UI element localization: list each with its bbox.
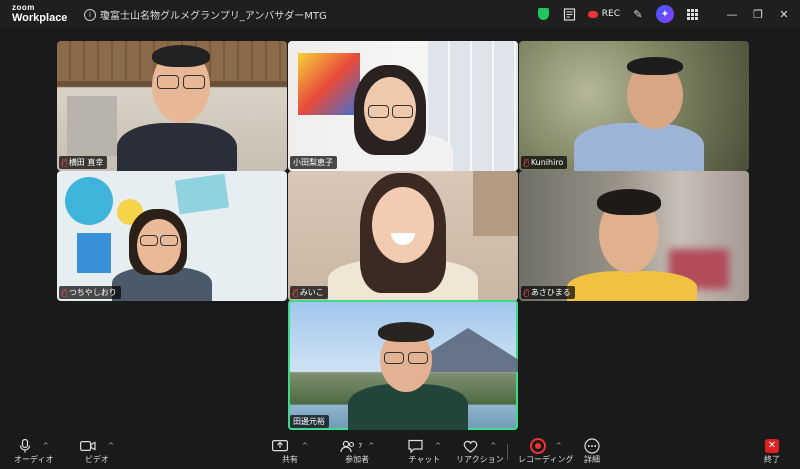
video-tile[interactable]: 🎙̸ あさひまる bbox=[519, 171, 749, 301]
participant-nametag: 田邊元裕 bbox=[290, 415, 329, 428]
share-button[interactable]: ^ 共有 bbox=[272, 438, 308, 465]
record-icon bbox=[529, 438, 546, 454]
mic-muted-icon: 🎙̸ bbox=[62, 288, 67, 297]
participant-name: Kunihiro bbox=[530, 158, 564, 167]
participant-nametag: 🎙̸ みいこ bbox=[290, 286, 328, 299]
meeting-toolbar: ^ オーディオ ^ ビデオ ^ 共有 7 ^ 参加者 ^ チャット ^ リアクシ… bbox=[0, 434, 800, 469]
mic-icon bbox=[19, 439, 30, 453]
rec-label: REC bbox=[601, 9, 620, 19]
chevron-up-icon[interactable]: ^ bbox=[490, 438, 496, 454]
minimize-icon[interactable]: — bbox=[724, 6, 740, 22]
end-icon: ✕ bbox=[765, 439, 779, 453]
participants-label: 参加者 bbox=[345, 455, 370, 464]
mic-muted-icon: 🎙̸ bbox=[524, 158, 529, 167]
mic-muted-icon: 🎙̸ bbox=[524, 288, 529, 297]
restore-icon[interactable]: ❐ bbox=[750, 6, 766, 22]
recording-label: レコーディング bbox=[518, 455, 574, 464]
title-bar: zoom Workplace i 瓊富士山名物グルメグランプリ_アンバサダーMT… bbox=[0, 0, 800, 28]
details-label: 詳細 bbox=[584, 455, 600, 464]
info-icon[interactable]: i bbox=[84, 8, 96, 21]
end-label: 終了 bbox=[764, 455, 780, 464]
video-tile[interactable]: 🎙̸ Kunihiro bbox=[519, 41, 749, 171]
chat-icon bbox=[408, 439, 423, 453]
participant-nametag: 小田梨恵子 bbox=[290, 156, 337, 169]
reactions-button[interactable]: ^ リアクション bbox=[456, 438, 504, 465]
participant-name: 田邊元裕 bbox=[293, 417, 325, 426]
apps-grid-icon[interactable] bbox=[684, 6, 700, 22]
video-tile[interactable]: 小田梨恵子 bbox=[288, 41, 518, 171]
participant-name: あさひまる bbox=[530, 288, 571, 297]
participant-name: つちやしおり bbox=[68, 288, 117, 297]
share-label: 共有 bbox=[281, 455, 298, 464]
participant-nametag: 🎙̸ つちやしおり bbox=[59, 286, 121, 299]
chat-button[interactable]: ^ チャット bbox=[408, 438, 441, 465]
chevron-up-icon[interactable]: ^ bbox=[435, 438, 441, 454]
more-icon bbox=[584, 438, 600, 454]
participant-name: 横田 直幸 bbox=[68, 158, 104, 167]
end-meeting-button[interactable]: ✕ 終了 bbox=[764, 438, 780, 465]
video-tile-active-speaker[interactable]: 田邊元裕 bbox=[288, 300, 518, 430]
chevron-up-icon[interactable]: ^ bbox=[43, 438, 49, 454]
audio-button[interactable]: ^ オーディオ bbox=[14, 438, 53, 465]
mic-muted-icon: 🎙̸ bbox=[62, 158, 67, 167]
zoom-logo: zoom Workplace bbox=[12, 3, 68, 24]
notes-icon[interactable] bbox=[562, 6, 578, 22]
share-icon bbox=[272, 439, 288, 451]
participant-nametag: 🎙̸ あさひまる bbox=[521, 286, 575, 299]
chat-label: チャット bbox=[408, 455, 441, 464]
video-button[interactable]: ^ ビデオ bbox=[80, 438, 114, 465]
video-tile[interactable]: 🎙̸ みいこ bbox=[288, 171, 518, 301]
audio-label: オーディオ bbox=[14, 455, 54, 464]
cloud-record-icon bbox=[587, 10, 598, 18]
recording-button[interactable]: ^ レコーディング bbox=[518, 438, 573, 465]
titlebar-controls: REC ✎ ✦ — ❐ ✕ bbox=[536, 4, 792, 24]
recording-indicator[interactable]: REC bbox=[587, 9, 620, 19]
chevron-up-icon[interactable]: ^ bbox=[368, 438, 374, 454]
brand-bottom: Workplace bbox=[12, 12, 68, 24]
video-tile[interactable]: 🎙̸ つちやしおり bbox=[57, 171, 287, 301]
participant-nametag: 🎙̸ 横田 直幸 bbox=[59, 156, 108, 169]
meeting-info[interactable]: i 瓊富士山名物グルメグランプリ_アンバサダーMTG bbox=[84, 7, 327, 22]
security-shield-icon[interactable] bbox=[536, 6, 552, 22]
chevron-up-icon[interactable]: ^ bbox=[302, 438, 308, 454]
camera-icon bbox=[80, 441, 96, 452]
toolbar-divider bbox=[507, 444, 508, 460]
video-tile[interactable]: 🎙̸ 横田 直幸 bbox=[57, 41, 287, 171]
meeting-title: 瓊富士山名物グルメグランプリ_アンバサダーMTG bbox=[100, 11, 327, 22]
reactions-label: リアクション bbox=[456, 455, 504, 464]
participants-button[interactable]: 7 ^ 参加者 bbox=[340, 438, 374, 465]
mic-muted-icon: 🎙̸ bbox=[293, 288, 298, 297]
people-icon bbox=[340, 440, 355, 452]
video-label: ビデオ bbox=[84, 455, 109, 464]
annotate-pen-icon[interactable]: ✎ bbox=[630, 6, 646, 22]
participant-nametag: 🎙̸ Kunihiro bbox=[521, 156, 568, 169]
participant-name: 小田梨恵子 bbox=[293, 158, 333, 167]
participants-count: 7 bbox=[358, 442, 363, 450]
chevron-up-icon[interactable]: ^ bbox=[556, 438, 562, 454]
chevron-up-icon[interactable]: ^ bbox=[108, 438, 114, 454]
more-details-button[interactable]: 詳細 bbox=[584, 438, 600, 465]
close-icon[interactable]: ✕ bbox=[776, 6, 792, 22]
participant-name: みいこ bbox=[299, 288, 324, 297]
ai-companion-icon[interactable]: ✦ bbox=[656, 5, 674, 23]
heart-icon bbox=[464, 440, 478, 453]
